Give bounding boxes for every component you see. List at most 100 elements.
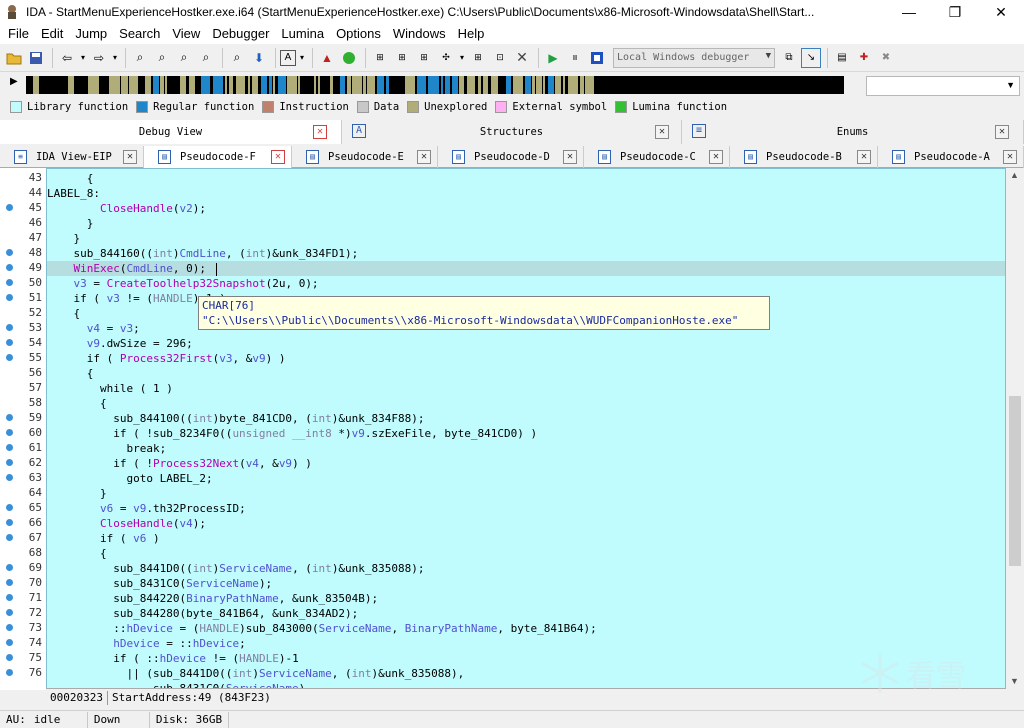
vertical-scrollbar[interactable]: ▲ ▼ (1006, 168, 1024, 690)
menu-view[interactable]: View (166, 24, 206, 44)
code-line[interactable]: v6 = v9.th32ProcessID; (47, 501, 1005, 516)
line-marker-dot[interactable] (6, 609, 13, 616)
line-marker-dot[interactable] (6, 534, 13, 541)
forward-arrow-icon[interactable]: ⇨ (89, 48, 109, 68)
maximize-button[interactable]: ❐ (932, 0, 978, 24)
line-marker-dot[interactable] (6, 594, 13, 601)
code-line[interactable]: if ( v6 ) (47, 531, 1005, 546)
code-line[interactable]: { (47, 546, 1005, 561)
code-line[interactable]: WinExec(CmdLine, 0); (47, 261, 1005, 276)
code-line[interactable]: while ( 1 ) (47, 381, 1005, 396)
breakpoint-add-icon[interactable]: ✚ (854, 48, 874, 68)
tab-structures[interactable]: A Structures ✕ (342, 120, 682, 144)
line-marker-dot[interactable] (6, 579, 13, 586)
minimize-button[interactable]: — (886, 0, 932, 24)
tab-pseudocode-c[interactable]: ▤ Pseudocode-C ✕ (584, 146, 730, 168)
code-line[interactable]: goto LABEL_2; (47, 471, 1005, 486)
line-marker-dot[interactable] (6, 564, 13, 571)
line-marker-dot[interactable] (6, 639, 13, 646)
code-line[interactable]: v9.dwSize = 296; (47, 336, 1005, 351)
tab-pseudocode-e[interactable]: ▤ Pseudocode-E ✕ (292, 146, 438, 168)
line-marker-dot[interactable] (6, 444, 13, 451)
line-marker-dot[interactable] (6, 624, 13, 631)
code-line[interactable]: { (47, 366, 1005, 381)
text-view-icon[interactable]: A (280, 49, 296, 66)
line-marker-dot[interactable] (6, 324, 13, 331)
line-marker-dot[interactable] (6, 414, 13, 421)
code-line[interactable]: } (47, 216, 1005, 231)
line-marker-dot[interactable] (6, 519, 13, 526)
tab-pseudocode-b[interactable]: ▤ Pseudocode-B ✕ (730, 146, 878, 168)
code-line[interactable]: CloseHandle(v4); (47, 516, 1005, 531)
close-icon[interactable]: ✕ (563, 150, 577, 164)
tab-pseudocode-a[interactable]: ▤ Pseudocode-A ✕ (878, 146, 1024, 168)
menu-options[interactable]: Options (330, 24, 387, 44)
segment-select[interactable]: ▼ (866, 76, 1020, 96)
attach-icon[interactable]: ⧉ (779, 48, 799, 68)
code-line[interactable]: sub_844160((int)CmdLine, (int)&unk_834FD… (47, 246, 1005, 261)
line-marker-dot[interactable] (6, 654, 13, 661)
code-line[interactable]: { (47, 396, 1005, 411)
save-icon[interactable] (26, 48, 46, 68)
line-gutter[interactable]: 43 44 45 46 47 48 49 50 51 52 53 54 55 56 57 58 59 60 61 62… (0, 168, 46, 690)
binoculars-next-icon[interactable]: ⌕ (152, 48, 172, 68)
line-marker-dot[interactable] (6, 504, 13, 511)
search-sequence-icon[interactable]: ⌕ (227, 48, 247, 68)
code-line[interactable]: sub_844280(byte_841B64, &unk_834AD2); (47, 606, 1005, 621)
code-line[interactable]: break; (47, 441, 1005, 456)
line-marker-dot[interactable] (6, 249, 13, 256)
function-dropdown-icon[interactable]: ▾ (458, 48, 466, 68)
mark-icon[interactable]: ⊡ (490, 48, 510, 68)
close-button[interactable]: ✕ (978, 0, 1024, 24)
cross-icon[interactable]: ✕ (512, 48, 532, 68)
line-marker-dot[interactable] (6, 354, 13, 361)
add-enum-icon[interactable]: ⊞ (414, 48, 434, 68)
stop-icon[interactable] (587, 48, 607, 68)
close-icon[interactable]: ✕ (995, 125, 1009, 139)
code-line[interactable]: } (47, 486, 1005, 501)
line-marker-dot[interactable] (6, 294, 13, 301)
forward-dropdown-icon[interactable]: ▾ (111, 48, 119, 68)
close-icon[interactable]: ✕ (313, 125, 327, 139)
pause-icon[interactable]: ⏸ (565, 48, 585, 68)
pseudocode-editor[interactable]: {LABEL_8: CloseHandle(v2); } } sub_84416… (46, 168, 1006, 690)
binoculars-binary-icon[interactable]: ⌕ (174, 48, 194, 68)
tab-pseudocode-d[interactable]: ▤ Pseudocode-D ✕ (438, 146, 584, 168)
scroll-down-icon[interactable]: ▼ (1010, 676, 1019, 686)
function-icon[interactable]: ✣ (436, 48, 456, 68)
warning-icon[interactable]: ▲ (317, 48, 337, 68)
code-icon[interactable]: ⊞ (370, 48, 390, 68)
back-dropdown-icon[interactable]: ▾ (79, 48, 87, 68)
close-icon[interactable]: ✕ (1003, 150, 1017, 164)
scroll-thumb[interactable] (1009, 396, 1021, 566)
add-struct-icon[interactable]: ⊞ (392, 48, 412, 68)
code-line[interactable]: sub_8441D0((int)ServiceName, (int)&unk_8… (47, 561, 1005, 576)
debugger-select[interactable]: Local Windows debugger ▼ (613, 47, 775, 68)
scroll-up-icon[interactable]: ▲ (1010, 170, 1019, 180)
binoculars-text-icon[interactable]: ⌕ (130, 48, 150, 68)
code-line[interactable]: LABEL_8: (47, 186, 1005, 201)
line-marker-dot[interactable] (6, 339, 13, 346)
text-view-dropdown-icon[interactable]: ▾ (298, 48, 306, 68)
line-marker-dot[interactable] (6, 279, 13, 286)
line-marker-dot[interactable] (6, 474, 13, 481)
code-line[interactable]: if ( !sub_8234F0((unsigned __int8 *)v9.s… (47, 426, 1005, 441)
menu-edit[interactable]: Edit (35, 24, 69, 44)
tab-debug-view[interactable]: Debug View ✕ (0, 120, 342, 144)
close-icon[interactable]: ✕ (655, 125, 669, 139)
open-folder-icon[interactable] (4, 48, 24, 68)
line-marker-dot[interactable] (6, 429, 13, 436)
code-line[interactable]: sub_8431C0(ServiceName); (47, 576, 1005, 591)
tab-pseudocode-f[interactable]: ▤ Pseudocode-F ✕ (144, 146, 292, 168)
code-line[interactable]: } (47, 231, 1005, 246)
menu-help[interactable]: Help (452, 24, 491, 44)
code-line[interactable]: sub_844100((int)byte_841CD0, (int)&unk_8… (47, 411, 1005, 426)
menu-lumina[interactable]: Lumina (275, 24, 330, 44)
navigation-strip[interactable] (26, 76, 844, 94)
code-line[interactable]: { (47, 171, 1005, 186)
line-marker-dot[interactable] (6, 669, 13, 676)
close-icon[interactable]: ✕ (123, 150, 137, 164)
code-line[interactable]: v3 = CreateToolhelp32Snapshot(2u, 0); (47, 276, 1005, 291)
line-marker-dot[interactable] (6, 264, 13, 271)
menu-file[interactable]: File (2, 24, 35, 44)
